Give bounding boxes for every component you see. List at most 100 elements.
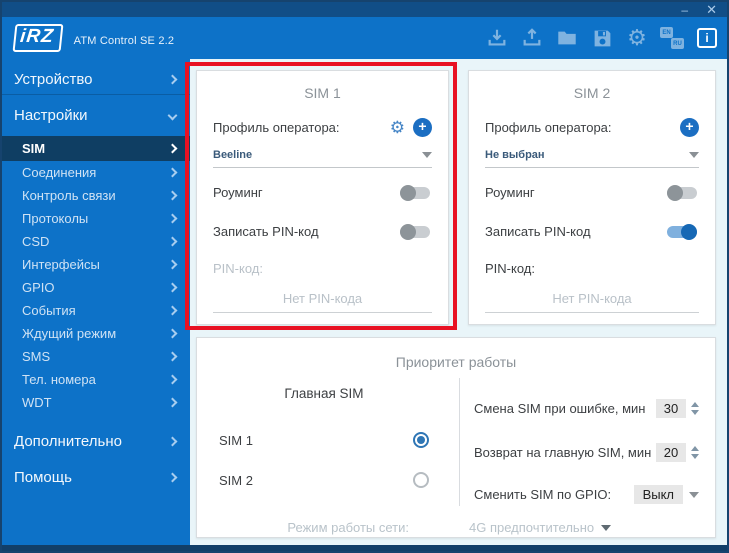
- gpio-switch-label: Сменить SIM по GPIO:: [474, 487, 612, 502]
- sim2-option-label: SIM 2: [219, 472, 253, 488]
- sidebar-item-interfaces[interactable]: Интерфейсы: [2, 253, 190, 276]
- titlebar: – ✕: [2, 2, 727, 17]
- chevron-right-icon: [167, 259, 178, 270]
- sidebar-item-label: Ждущий режим: [22, 326, 117, 341]
- chevron-down-icon: [167, 110, 178, 121]
- network-mode-label: Режим работы сети:: [287, 520, 409, 535]
- main-sim-header: Главная SIM: [284, 386, 364, 401]
- sidebar-item-phone-numbers[interactable]: Тел. номера: [2, 368, 190, 391]
- highlight-rectangle: [185, 62, 457, 330]
- sidebar-item-label: Тел. номера: [22, 372, 96, 387]
- sidebar-item-link-control[interactable]: Контроль связи: [2, 184, 190, 207]
- network-mode-value: 4G предпочтительно: [469, 520, 595, 535]
- sidebar-item-label: Помощь: [14, 469, 72, 486]
- app-window: – ✕ iRZ ATM Control SE 2.2 ⚙ EN RU i Уст…: [0, 0, 729, 553]
- settings-gear-icon[interactable]: ⚙: [625, 26, 649, 50]
- sim2-write-pin-label: Записать PIN-код: [485, 224, 591, 239]
- open-folder-icon[interactable]: [555, 26, 579, 50]
- gpio-switch-value: Выкл: [633, 485, 683, 504]
- sidebar-item-label: События: [22, 303, 76, 318]
- sim1-option-label: SIM 1: [219, 432, 253, 448]
- content-area: SIM 1 Профиль оператора: ⚙ + Beeline Роу…: [185, 59, 727, 545]
- dropdown-arrow-icon: [601, 524, 612, 531]
- sidebar-item-help[interactable]: Помощь: [2, 462, 190, 493]
- sim2-operator-value: Не выбран: [485, 149, 545, 161]
- sidebar-item-advanced[interactable]: Дополнительно: [2, 426, 190, 457]
- main-area: Устройство Настройки SIM Соединения Конт…: [2, 59, 727, 545]
- sidebar-item-events[interactable]: События: [2, 299, 190, 322]
- main-sim-column: Главная SIM SIM 1 SIM 2: [197, 378, 459, 506]
- window-bottom-border: [2, 545, 727, 551]
- spinner-up-icon[interactable]: [691, 446, 699, 451]
- spinner-up-icon[interactable]: [691, 402, 699, 407]
- add-operator-profile-icon[interactable]: +: [680, 118, 699, 137]
- sidebar-item-label: Контроль связи: [22, 188, 116, 203]
- chevron-right-icon: [167, 167, 178, 178]
- sidebar-item-label: Устройство: [14, 70, 93, 88]
- sidebar-item-gpio[interactable]: GPIO: [2, 276, 190, 299]
- sidebar-item-label: GPIO: [22, 280, 55, 295]
- sidebar-item-sim[interactable]: SIM: [2, 136, 190, 161]
- close-button[interactable]: ✕: [706, 3, 717, 16]
- dropdown-arrow-icon: [689, 152, 699, 158]
- chevron-right-icon: [167, 305, 178, 316]
- sidebar-item-protocols[interactable]: Протоколы: [2, 207, 190, 230]
- sidebar-item-label: WDT: [22, 395, 52, 410]
- sim2-pin-label: PIN-код:: [485, 261, 535, 276]
- sidebar-item-label: Интерфейсы: [22, 257, 100, 272]
- sidebar-item-label: Соединения: [22, 165, 97, 180]
- sim2-operator-profile-label: Профиль оператора:: [485, 120, 612, 135]
- priority-panel: Приоритет работы Главная SIM SIM 1 SIM 2: [196, 337, 716, 538]
- sim2-pin-input[interactable]: Нет PIN-кода: [485, 291, 699, 313]
- sim2-roaming-toggle[interactable]: [667, 184, 697, 201]
- sidebar-item-label: SIM: [22, 141, 46, 156]
- sidebar-item-wdt[interactable]: WDT: [2, 391, 190, 414]
- return-to-main-label: Возврат на главную SIM, мин: [474, 445, 652, 460]
- chevron-right-icon: [167, 236, 178, 247]
- sim2-radio[interactable]: [413, 472, 429, 488]
- network-mode-dropdown[interactable]: 4G предпочтительно: [469, 520, 612, 535]
- return-to-main-spinner[interactable]: 20: [656, 443, 699, 462]
- sidebar-item-connections[interactable]: Соединения: [2, 161, 190, 184]
- switch-on-error-label: Смена SIM при ошибке, мин: [474, 401, 646, 416]
- spinner-down-icon[interactable]: [691, 454, 699, 459]
- chevron-right-icon: [167, 143, 178, 154]
- chevron-right-icon: [167, 397, 178, 408]
- sidebar-item-label: Дополнительно: [14, 433, 122, 450]
- download-icon[interactable]: [485, 26, 509, 50]
- chevron-right-icon: [167, 190, 178, 201]
- sidebar-item-device[interactable]: Устройство: [2, 64, 190, 95]
- chevron-right-icon: [167, 282, 178, 293]
- switch-on-error-spinner[interactable]: 30: [656, 399, 699, 418]
- chevron-right-icon: [167, 374, 178, 385]
- sim2-panel: SIM 2 Профиль оператора: + Не выбран Роу…: [468, 70, 716, 325]
- upload-icon[interactable]: [520, 26, 544, 50]
- minimize-button[interactable]: –: [681, 4, 688, 16]
- app-header: iRZ ATM Control SE 2.2 ⚙ EN RU i: [2, 17, 727, 59]
- sidebar-item-standby[interactable]: Ждущий режим: [2, 322, 190, 345]
- irz-logo: iRZ: [12, 24, 64, 52]
- sidebar-item-sms[interactable]: SMS: [2, 345, 190, 368]
- gpio-switch-dropdown[interactable]: Выкл: [633, 485, 699, 504]
- save-icon[interactable]: [590, 26, 614, 50]
- sidebar-item-label: CSD: [22, 234, 50, 249]
- info-icon[interactable]: i: [695, 26, 719, 50]
- sidebar-item-csd[interactable]: CSD: [2, 230, 190, 253]
- sim2-write-pin-toggle[interactable]: [667, 223, 697, 240]
- chevron-right-icon: [167, 351, 178, 362]
- sim2-title: SIM 2: [573, 85, 611, 101]
- priority-title: Приоритет работы: [395, 354, 517, 370]
- app-title: ATM Control SE 2.2: [73, 35, 175, 47]
- chevron-right-icon: [167, 328, 178, 339]
- chevron-right-icon: [167, 213, 178, 224]
- chevron-right-icon: [167, 472, 178, 483]
- language-switch-icon[interactable]: EN RU: [660, 26, 684, 50]
- sim1-radio[interactable]: [413, 432, 429, 448]
- toolbar: ⚙ EN RU i: [485, 17, 719, 59]
- sim2-operator-select[interactable]: Не выбран: [485, 149, 699, 168]
- sidebar-item-settings[interactable]: Настройки: [2, 100, 190, 131]
- sim2-roaming-label: Роуминг: [485, 185, 535, 200]
- dropdown-arrow-icon: [689, 491, 699, 498]
- chevron-right-icon: [167, 436, 178, 447]
- spinner-down-icon[interactable]: [691, 410, 699, 415]
